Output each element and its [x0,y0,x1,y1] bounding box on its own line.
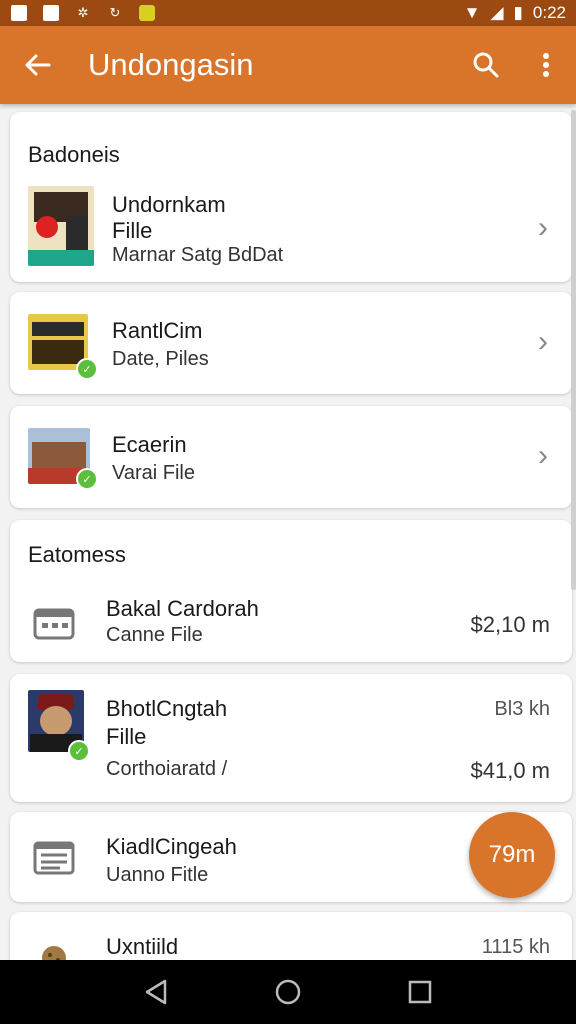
floating-action-button[interactable]: 79m [469,812,555,898]
item-subtitle: Varai File [112,462,195,484]
search-icon [473,52,499,78]
circle-home-icon [275,979,301,1005]
search-button[interactable] [456,26,516,104]
nav-recents-button[interactable] [390,962,450,1022]
more-vert-icon [543,53,549,77]
chevron-right-icon: › [538,439,548,472]
item-title: RantlCim [112,318,203,343]
sync-icon: ↻ [109,5,121,20]
list-item[interactable]: Uxntiild 1115 kh [10,912,572,960]
scrollbar[interactable] [571,110,576,590]
battery-icon: ▮ [513,3,523,22]
cookie-icon [42,946,66,960]
item-type: Fille [112,218,153,243]
notification-icon [10,4,28,22]
item-title: Bakal Cardorah [106,596,259,621]
item-subtitle: Uanno Fitle [106,864,209,886]
list-item[interactable]: ✓ BhotlCngtah Fille Corthoiaratd / Bl3 k… [10,674,572,802]
chevron-right-icon: › [538,325,548,358]
status-bar: ✲ ↻ ▼ ◢ ▮ 0:22 [0,0,576,26]
item-subtitle: Canne File [106,624,203,646]
notification-icon [42,4,60,22]
item-value: $41,0 m [470,758,551,783]
item-size: Bl3 kh [494,698,550,720]
item-title: KiadlCingeah [106,834,237,859]
item-title: Uxntiild [106,934,179,959]
chevron-right-icon: › [538,211,548,244]
more-options-button[interactable] [516,26,576,104]
status-badge-icon: ✓ [76,468,98,490]
status-badge-icon: ✓ [76,358,98,380]
page-title: Undongasin [88,47,254,82]
nav-back-button[interactable] [126,962,186,1022]
triangle-back-icon [145,979,167,1005]
system-nav-bar [0,960,576,1024]
settings-icon: ✲ [77,5,89,20]
status-badge-icon: ✓ [68,740,90,762]
signal-icon: ◢ [490,3,504,22]
section-heading: Badoneis [28,142,120,167]
status-time: 0:22 [532,3,566,22]
item-title: Ecaerin [112,432,187,457]
app-notification-icon [138,4,156,22]
item-value: $2,10 m [470,612,551,637]
calendar-icon [33,608,75,640]
list-item[interactable]: ✓ Ecaerin Varai File › [10,406,572,508]
app-bar: Undongasin [0,26,576,104]
nav-home-button[interactable] [258,962,318,1022]
document-icon [33,841,75,875]
item-subtitle: Marnar Satg BdDat [112,244,284,266]
item-subtitle: Corthoiaratd / [106,758,228,780]
back-button[interactable] [0,26,74,104]
wifi-icon: ▼ [463,3,481,22]
item-subtitle: Date, Piles [112,348,209,370]
back-arrow-icon [25,54,51,76]
item-type: Fille [106,724,147,749]
list-item[interactable]: ✓ RantlCim Date, Piles › [10,292,572,394]
file-thumbnail [28,186,94,266]
item-title: Undornkam [112,192,226,217]
square-recents-icon [408,980,432,1004]
list-item[interactable]: Eatomess Bakal Cardorah Canne File $2,10… [10,520,572,662]
item-size: 1115 kh [481,936,550,958]
list-item[interactable]: Badoneis Undornkam Fille Marnar Satg BdD… [10,112,572,282]
item-title: BhotlCngtah [106,696,228,721]
section-heading: Eatomess [28,542,126,567]
